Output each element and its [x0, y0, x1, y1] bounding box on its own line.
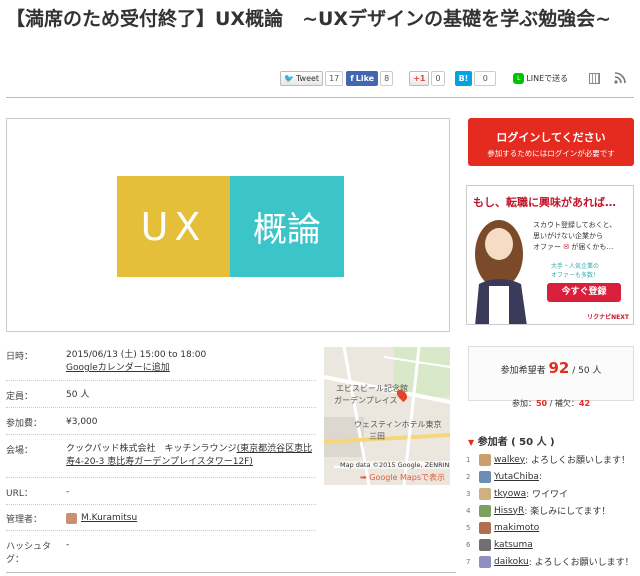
facebook-like-button[interactable]: f Like	[346, 70, 379, 86]
calendar-icon[interactable]	[589, 72, 601, 84]
hope-total: / 50 人	[572, 366, 602, 376]
event-image: UX 概論	[6, 118, 450, 332]
rss-icon[interactable]	[614, 72, 626, 84]
logo-gairon: 概論	[230, 176, 344, 277]
hope-value: 92	[548, 359, 570, 377]
ad-brand: リクナビNEXT	[587, 314, 629, 321]
row-divider	[6, 380, 316, 381]
row-divider	[6, 407, 316, 408]
header-divider	[6, 97, 634, 98]
admin-avatar	[66, 513, 77, 524]
page-title: 【満席のため受付終了】UX概論 ~UXデザインの基礎を学ぶ勉強会~	[6, 8, 611, 30]
list-item: 3 tkyowa : ワイワイ	[466, 487, 569, 500]
avatar[interactable]	[479, 453, 491, 466]
venue-map[interactable]: エビスビール記念館 ガーデンプレイス ウェスティンホテル東京 三田 Map da…	[324, 347, 450, 485]
tweet-button[interactable]: 🐦 Tweet	[280, 70, 324, 86]
admin-link[interactable]: M.Kuramitsu	[81, 512, 137, 525]
list-item: 4 HissyR : 楽しみにしてます！	[466, 504, 611, 517]
row-divider	[6, 477, 316, 478]
capacity-value: 50 人	[66, 390, 90, 400]
participant-link[interactable]: daikoku	[494, 557, 529, 567]
twitter-icon: 🐦	[284, 73, 294, 83]
line-icon: L	[513, 72, 525, 84]
hashtag-value: -	[66, 540, 70, 550]
list-item: 7 daikoku : よろしくお願いします！	[466, 555, 634, 568]
hope-label: 参加希望者	[500, 366, 546, 376]
row-divider	[6, 530, 316, 531]
facebook-icon: f	[350, 73, 354, 83]
hatena-bookmark-button[interactable]: B!	[454, 70, 473, 86]
join-value: 50	[535, 399, 548, 408]
attendance-summary: 参加希望者 92 / 50 人	[468, 346, 634, 401]
row-divider	[6, 434, 316, 435]
arrow-icon: ➡	[360, 473, 367, 482]
avatar[interactable]	[479, 504, 491, 517]
tweet-count: 17	[325, 70, 344, 86]
bottom-divider	[6, 572, 456, 573]
gplus-count: 0	[431, 70, 445, 86]
participant-link[interactable]: katsuma	[494, 540, 533, 550]
participant-link[interactable]: HissyR	[494, 506, 524, 516]
ad-note: 大手・人気企業の オファーも多数！	[551, 263, 600, 279]
mail-icon: ✉	[561, 243, 572, 251]
google-calendar-link[interactable]: Googleカレンダーに追加	[66, 363, 170, 373]
ad-character-illustration	[475, 220, 527, 324]
list-item: 6 katsuma	[466, 538, 533, 551]
avatar[interactable]	[479, 555, 491, 568]
hatena-count: 0	[474, 70, 497, 86]
date-value: 2015/06/13 (土) 15:00 to 18:00	[66, 350, 207, 360]
avatar[interactable]	[479, 487, 491, 500]
like-count: 8	[380, 70, 394, 86]
hashtag-label: ハッシュタグ：	[6, 542, 52, 565]
map-label: ガーデンプレイス	[334, 396, 398, 405]
participant-breakdown: 参加：50 / 補欠：42	[511, 399, 591, 408]
venue-label: 会場：	[6, 446, 34, 456]
url-label: URL：	[6, 489, 33, 499]
list-item: 1 walkey : よろしくお願いします！	[466, 453, 631, 466]
url-value: -	[66, 487, 70, 497]
admin-label: 管理者：	[6, 515, 43, 525]
fee-value: ¥3,000	[66, 417, 98, 427]
participant-link[interactable]: tkyowa	[494, 489, 526, 499]
row-divider	[6, 504, 316, 505]
login-button[interactable]: ログインしてください 参加するためにはログインが必要です	[468, 118, 634, 166]
login-subtitle: 参加するためにはログインが必要です	[487, 149, 615, 158]
line-share-button[interactable]: L LINEで送る	[510, 71, 571, 86]
ad-register-button[interactable]: 今すぐ登録	[547, 283, 621, 302]
map-label: 三田	[369, 432, 385, 441]
avatar[interactable]	[479, 470, 491, 483]
gplus-button[interactable]: +1	[409, 70, 430, 86]
venue-name: クックパッド株式会社 キッチンラウンジ	[66, 444, 237, 454]
participant-link[interactable]: walkey	[494, 455, 525, 465]
map-copyright: Map data ©2015 Google, ZENRIN	[340, 461, 450, 469]
triangle-down-icon: ▼	[468, 438, 475, 447]
avatar[interactable]	[479, 538, 491, 551]
participant-link[interactable]: makimoto	[494, 523, 539, 533]
fee-label: 参加費：	[6, 419, 43, 429]
rikunabi-ad[interactable]: もし、転職に興味があれば… スカウト登録しておくと、 思いがけない企業から オフ…	[466, 185, 634, 325]
date-label: 日時：	[6, 352, 34, 362]
wait-value: 42	[578, 399, 591, 408]
map-label: ウェスティンホテル東京	[354, 420, 442, 429]
avatar[interactable]	[479, 521, 491, 534]
ad-text: スカウト登録しておくと、 思いがけない企業から オファー ✉ が届くかも…	[533, 221, 617, 251]
list-item: 2 YutaChiba :	[466, 470, 542, 483]
login-title: ログインしてください	[496, 131, 606, 144]
share-bar: 🐦 Tweet 17 f Like 8 +1 0 B! 0 L LINEで送る	[280, 70, 626, 86]
capacity-label: 定員：	[6, 392, 34, 402]
participant-link[interactable]: YutaChiba	[494, 472, 539, 482]
logo-ux: UX	[117, 176, 230, 277]
google-maps-link[interactable]: ➡ Google Mapsで表示	[360, 472, 445, 483]
list-item: 5 makimoto	[466, 521, 540, 534]
ad-headline: もし、転職に興味があれば…	[473, 196, 616, 209]
participant-list: 1 walkey : よろしくお願いします！ 2 YutaChiba : 3 t…	[466, 451, 636, 570]
participants-header: ▼ 参加者 ( 50 人 )	[468, 437, 555, 448]
